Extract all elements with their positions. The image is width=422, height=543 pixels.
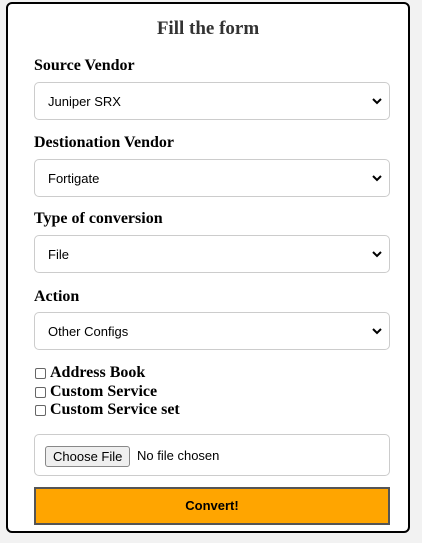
- action-value: Other Configs: [48, 324, 129, 339]
- custom-service-label: Custom Service: [50, 383, 158, 400]
- destination-vendor-label: Destionation Vendor: [34, 134, 175, 151]
- chevron-down-icon: [372, 175, 382, 182]
- address-book-option[interactable]: Address Book: [35, 364, 145, 382]
- address-book-label: Address Book: [50, 364, 146, 381]
- destination-vendor-value: Fortigate: [48, 171, 100, 186]
- source-vendor-select[interactable]: Juniper SRX: [34, 82, 390, 120]
- chevron-down-icon: [372, 328, 382, 335]
- address-book-checkbox[interactable]: [35, 367, 46, 379]
- form-title: Fill the form: [156, 18, 260, 39]
- form-card: Fill the form Source Vendor Juniper SRX …: [6, 2, 410, 533]
- custom-service-set-checkbox[interactable]: [35, 404, 46, 416]
- chevron-down-icon: [372, 251, 382, 258]
- file-input: Choose File No file chosen: [34, 434, 390, 476]
- convert-button[interactable]: Convert!: [34, 487, 390, 525]
- choose-file-button[interactable]: Choose File: [45, 446, 131, 467]
- action-select[interactable]: Other Configs: [34, 312, 390, 350]
- custom-service-set-label: Custom Service set: [50, 401, 180, 418]
- source-vendor-label: Source Vendor: [34, 57, 135, 74]
- conversion-type-value: File: [48, 247, 69, 262]
- conversion-type-select[interactable]: File: [34, 235, 390, 273]
- custom-service-checkbox[interactable]: [35, 386, 46, 398]
- file-status-text: No file chosen: [137, 448, 220, 463]
- action-label: Action: [34, 288, 80, 305]
- source-vendor-value: Juniper SRX: [48, 94, 121, 109]
- custom-service-set-option[interactable]: Custom Service set: [35, 401, 180, 419]
- custom-service-option[interactable]: Custom Service: [35, 383, 157, 401]
- chevron-down-icon: [372, 98, 382, 105]
- conversion-type-label: Type of conversion: [34, 210, 163, 227]
- destination-vendor-select[interactable]: Fortigate: [34, 159, 390, 197]
